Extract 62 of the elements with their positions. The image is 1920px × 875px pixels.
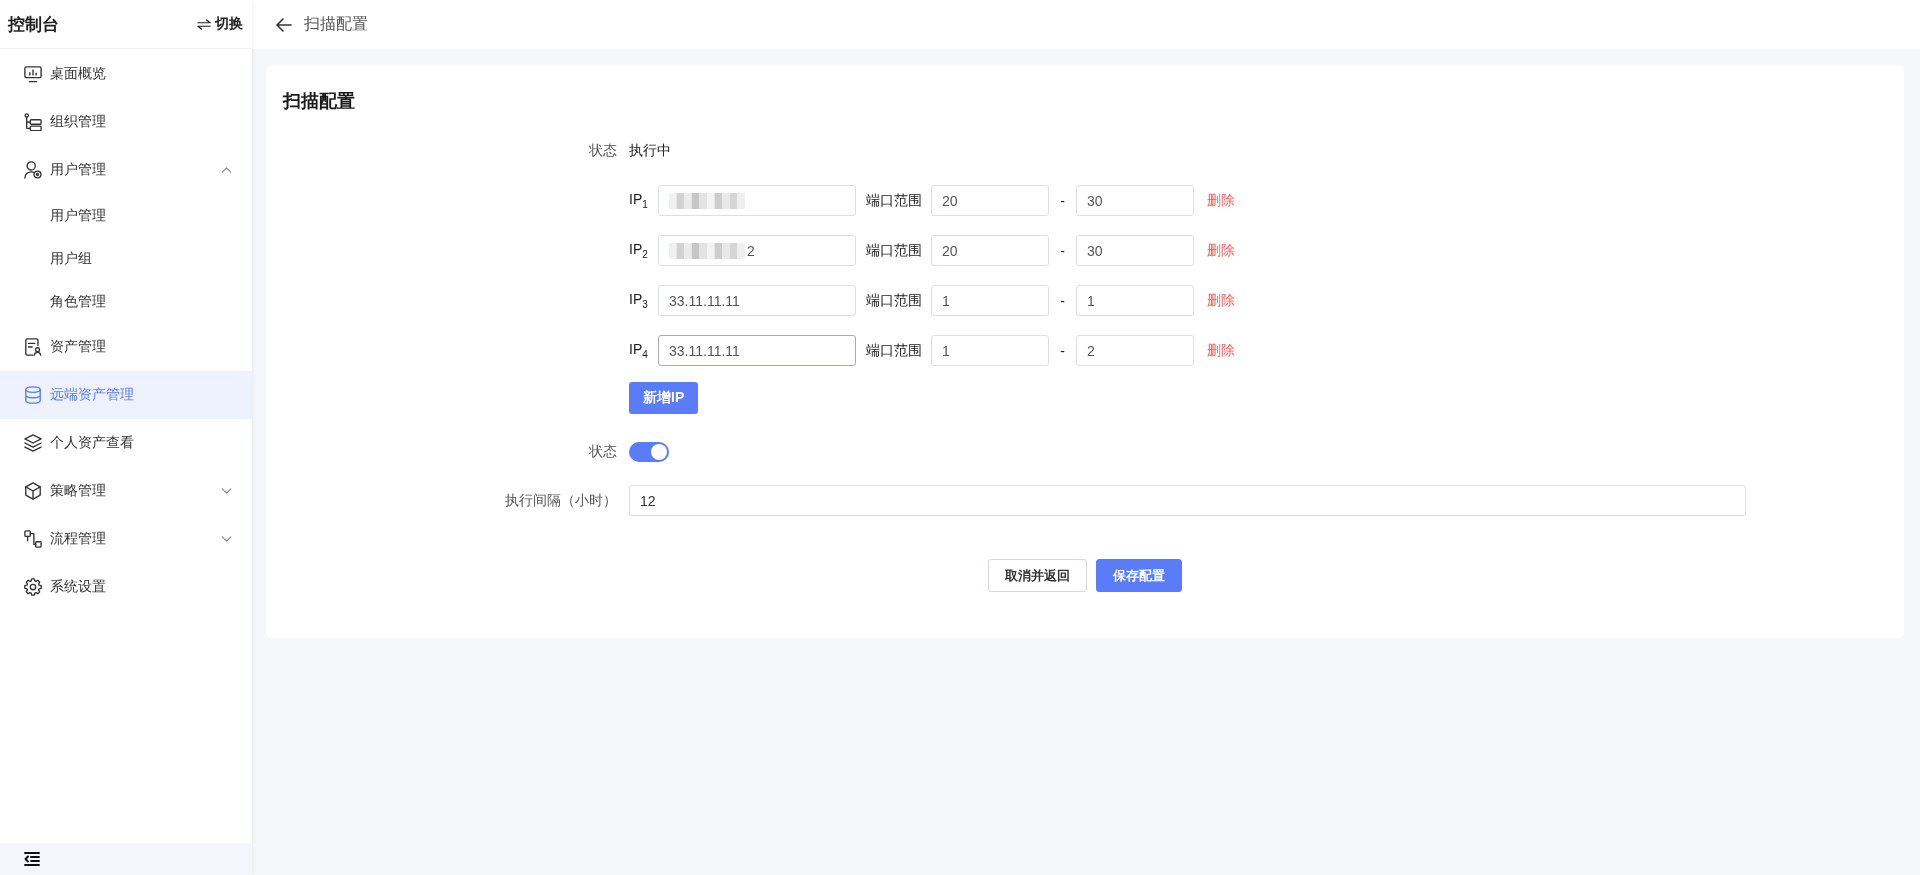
hierarchy-icon bbox=[24, 113, 42, 131]
menu-item[interactable]: 策略管理 bbox=[0, 467, 252, 515]
port-start-field[interactable]: 20 bbox=[931, 235, 1049, 266]
range-separator: - bbox=[1059, 292, 1066, 309]
cancel-button[interactable]: 取消并返回 bbox=[988, 559, 1087, 592]
toggle-switch[interactable] bbox=[629, 442, 669, 462]
menu-item[interactable]: 组织管理 bbox=[0, 98, 252, 146]
page-title: 扫描配置 bbox=[304, 14, 368, 34]
back-button[interactable] bbox=[276, 17, 292, 32]
cube-icon bbox=[24, 482, 42, 500]
menu-item[interactable]: 桌面概览 bbox=[0, 50, 252, 98]
save-button[interactable]: 保存配置 bbox=[1096, 559, 1182, 592]
chevron-down-icon[interactable] bbox=[221, 536, 232, 542]
layers-icon bbox=[24, 434, 42, 452]
ip-label: IP$_{4}$ bbox=[629, 341, 649, 360]
port-end-field[interactable]: 30 bbox=[1076, 235, 1194, 266]
port-end-field[interactable]: 1 bbox=[1076, 285, 1194, 316]
menu-item[interactable]: 系统设置 bbox=[0, 563, 252, 611]
menu-item[interactable]: 用户管理 bbox=[0, 146, 252, 194]
port-range-label: 端口范围 bbox=[866, 191, 922, 210]
port-start-field[interactable]: 20 bbox=[931, 185, 1049, 216]
submenu-item[interactable]: 用户管理 bbox=[0, 194, 252, 237]
range-separator: - bbox=[1059, 342, 1066, 359]
field-label: 执行间隔（小时） bbox=[504, 491, 617, 510]
switch-button[interactable]: 切换 bbox=[197, 15, 243, 33]
user-gear-icon bbox=[24, 161, 42, 179]
menu-item[interactable]: 流程管理 bbox=[0, 515, 252, 563]
card-title: 扫描配置 bbox=[283, 90, 356, 113]
menu-fold-icon[interactable] bbox=[24, 852, 40, 866]
monitor-icon bbox=[24, 65, 42, 83]
port-end-field[interactable]: 30 bbox=[1076, 185, 1194, 216]
ip-field[interactable]: 33.11.11.11 bbox=[658, 335, 856, 366]
interval-field[interactable]: 12 bbox=[629, 485, 1746, 516]
ip-field[interactable]: 33.11.11.11 bbox=[658, 285, 856, 316]
menu-item[interactable]: 资产管理 bbox=[0, 323, 252, 371]
add-ip-button[interactable]: 新增IP bbox=[629, 382, 699, 414]
field-label: 状态 bbox=[588, 443, 617, 461]
chevron-up-icon[interactable] bbox=[221, 167, 232, 173]
port-range-label: 端口范围 bbox=[866, 341, 922, 360]
menu-item[interactable]: 个人资产查看 bbox=[0, 419, 252, 467]
port-end-field[interactable]: 2 bbox=[1076, 335, 1194, 366]
settings-icon bbox=[24, 578, 42, 596]
port-start-field[interactable]: 1 bbox=[931, 335, 1049, 366]
chevron-down-icon[interactable] bbox=[221, 488, 232, 494]
range-separator: - bbox=[1059, 242, 1066, 259]
database-icon bbox=[24, 386, 42, 404]
flowchart-icon bbox=[24, 530, 42, 548]
sidebar-title: 控制台 bbox=[8, 13, 59, 36]
document-user-icon bbox=[24, 338, 42, 356]
port-start-field[interactable]: 1 bbox=[931, 285, 1049, 316]
status-value: 执行中 bbox=[629, 142, 671, 160]
ip-label: IP$_{2}$ bbox=[629, 241, 649, 260]
port-range-label: 端口范围 bbox=[866, 291, 922, 310]
port-range-label: 端口范围 bbox=[866, 241, 922, 260]
submenu-item[interactable]: 用户组 bbox=[0, 237, 252, 280]
ip-label: IP$_{3}$ bbox=[629, 291, 649, 310]
ip-label: IP$_{1}$ bbox=[629, 191, 649, 210]
field-label: 状态 bbox=[588, 142, 617, 160]
swap-arrows-icon bbox=[197, 18, 211, 30]
back-arrow-icon bbox=[276, 17, 292, 32]
submenu-item[interactable]: 角色管理 bbox=[0, 280, 252, 323]
range-separator: - bbox=[1059, 192, 1066, 209]
